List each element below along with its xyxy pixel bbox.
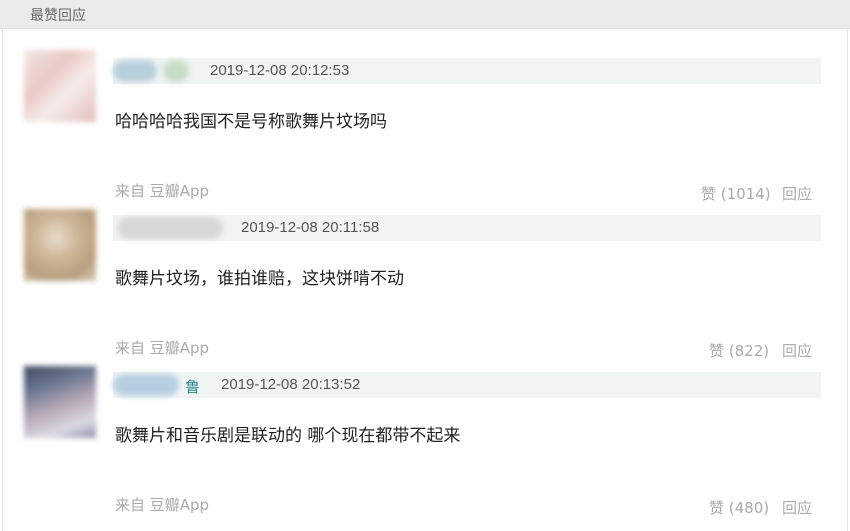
like-button[interactable]: 赞 (480)	[709, 497, 769, 518]
comment-meta: 鲁 2019-12-08 20:13:52	[113, 372, 821, 398]
comment-text: 歌舞片坟场，谁拍谁赔，这块饼啃不动	[115, 269, 404, 289]
comment-item: 鲁 2019-12-08 20:13:52 歌舞片和音乐剧是联动的 哪个现在都带…	[0, 342, 850, 517]
comment-source: 来自 豆瓣App	[115, 496, 210, 514]
comment-timestamp: 2019-12-08 20:12:53	[210, 62, 350, 79]
comment-text: 哈哈哈哈我国不是号称歌舞片坟场吗	[115, 112, 387, 132]
avatar[interactable]	[24, 209, 96, 281]
username-link[interactable]	[113, 374, 179, 396]
comment-meta: 2019-12-08 20:12:53	[113, 58, 821, 84]
comment-timestamp: 2019-12-08 20:11:58	[241, 219, 380, 236]
section-header: 最赞回应	[0, 0, 850, 29]
comment-item: 2019-12-08 20:12:53 哈哈哈哈我国不是号称歌舞片坟场吗 来自 …	[0, 28, 850, 203]
username-link[interactable]	[163, 60, 189, 82]
username-link[interactable]	[113, 60, 157, 82]
avatar[interactable]	[24, 366, 96, 438]
reply-button[interactable]: 回应	[782, 497, 812, 518]
username-link[interactable]: 鲁	[185, 376, 200, 397]
comment-timestamp: 2019-12-08 20:13:52	[221, 376, 361, 393]
section-title: 最赞回应	[30, 8, 86, 24]
comment-item: 2019-12-08 20:11:58 歌舞片坟场，谁拍谁赔，这块饼啃不动 来自…	[0, 185, 850, 360]
comment-text: 歌舞片和音乐剧是联动的 哪个现在都带不起来	[115, 426, 461, 446]
comment-meta: 2019-12-08 20:11:58	[113, 215, 821, 241]
username-link[interactable]	[117, 217, 223, 239]
avatar[interactable]	[24, 50, 96, 122]
